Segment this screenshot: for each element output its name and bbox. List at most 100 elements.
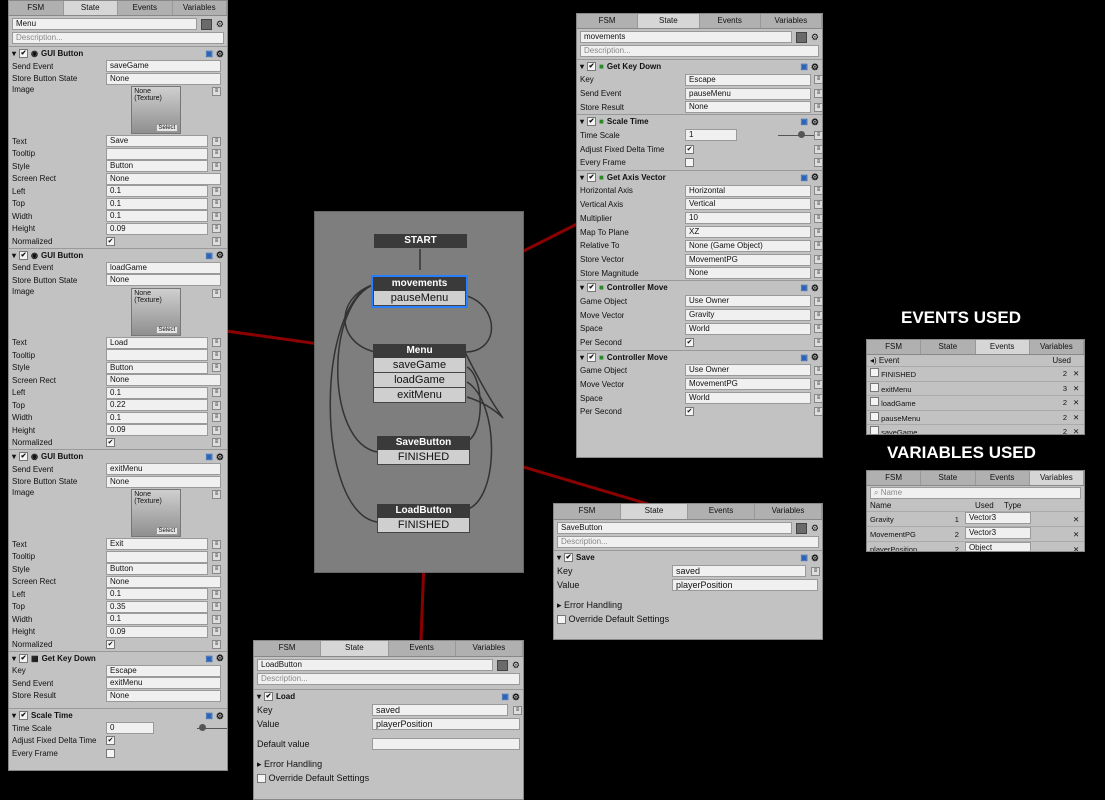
property-value[interactable]: XZ	[685, 226, 811, 239]
variable-toggle-icon[interactable]: ≡	[212, 602, 221, 612]
action-header-controllermove1[interactable]: ▾ ✔ ■ Controller Move ▣ ⚙	[577, 280, 822, 294]
variable-toggle-icon[interactable]: ≡	[814, 199, 822, 209]
top-field[interactable]: 0.35	[106, 600, 208, 613]
property-value[interactable]: MovementPG	[685, 378, 811, 391]
gear-icon[interactable]: ⚙	[811, 117, 819, 127]
tab-fsm[interactable]: FSM	[9, 1, 64, 15]
variable-toggle-icon[interactable]: ≡	[212, 400, 221, 410]
screenrect-dropdown[interactable]: None	[106, 374, 221, 387]
gear-icon[interactable]: ⚙	[512, 660, 520, 670]
height-field[interactable]: 0.09	[106, 424, 208, 437]
fsm-graph-canvas[interactable]: START movements pauseMenu Menu saveGame …	[314, 211, 524, 573]
event-row[interactable]: exitMenu 3 ✕	[867, 380, 1084, 396]
variable-toggle-icon[interactable]: ≡	[814, 89, 822, 99]
delete-icon[interactable]: ✕	[1070, 511, 1084, 527]
book-icon[interactable]: ▣	[205, 251, 213, 260]
enable-checkbox[interactable]: ✔	[564, 553, 574, 562]
time-scale-slider[interactable]	[196, 723, 227, 733]
book-icon[interactable]: ▣	[800, 353, 808, 362]
key-dropdown[interactable]: Escape	[106, 664, 221, 677]
texture-picker[interactable]: None (Texture) Select	[131, 287, 182, 336]
property-value[interactable]: World	[685, 322, 811, 335]
state-color-swatch[interactable]	[795, 522, 807, 534]
variable-toggle-icon[interactable]: ≡	[814, 75, 822, 85]
variable-toggle-icon[interactable]: ≡	[212, 136, 221, 146]
variable-toggle-icon[interactable]: ≡	[814, 186, 822, 196]
tab-events[interactable]: Events	[975, 340, 1030, 354]
variable-toggle-icon[interactable]: ≡	[814, 255, 822, 265]
start-node[interactable]: START	[374, 234, 467, 248]
text-field[interactable]: Load	[106, 336, 208, 349]
height-field[interactable]: 0.09	[106, 222, 208, 235]
action-header-get-key-down[interactable]: ▾ ✔ ▦ Get Key Down ▣ ⚙	[9, 650, 227, 665]
state-color-swatch[interactable]	[200, 18, 212, 30]
variable-toggle-icon[interactable]: ≡	[212, 87, 221, 96]
top-field[interactable]: 0.1	[106, 197, 208, 210]
action-header-getkeydown[interactable]: ▾ ✔ ■ Get Key Down ▣ ⚙	[577, 59, 822, 73]
variable-toggle-icon[interactable]: ≡	[814, 241, 822, 251]
variable-toggle-icon[interactable]: ≡	[212, 552, 221, 562]
tab-events[interactable]: Events	[118, 1, 173, 15]
property-value[interactable]: None	[685, 101, 811, 114]
tab-fsm[interactable]: FSM	[867, 340, 922, 354]
tab-state[interactable]: State	[621, 504, 688, 519]
variable-toggle-icon[interactable]: ≡	[212, 425, 221, 435]
property-checkbox[interactable]	[685, 158, 694, 168]
property-value[interactable]: pauseMenu	[685, 87, 811, 100]
state-name-field[interactable]: SaveButton	[557, 522, 792, 534]
style-field[interactable]: Button	[106, 361, 208, 374]
event-row[interactable]: loadGame 2 ✕	[867, 395, 1084, 410]
error-handling-row[interactable]: ▸ Error Handling	[254, 757, 523, 771]
enable-checkbox[interactable]: ✔	[19, 711, 29, 720]
delete-icon[interactable]: ✕	[1070, 409, 1084, 425]
enable-checkbox[interactable]: ✔	[19, 49, 29, 58]
variable-toggle-icon[interactable]: ≡	[212, 388, 221, 398]
style-field[interactable]: Button	[106, 563, 208, 576]
gear-icon[interactable]: ⚙	[811, 553, 819, 563]
delete-icon[interactable]: ✕	[1070, 395, 1084, 410]
property-checkbox[interactable]: ✔	[685, 338, 694, 348]
variable-toggle-icon[interactable]: ≡	[811, 566, 820, 576]
property-value[interactable]: Horizontal	[685, 184, 811, 197]
transition-event[interactable]: loadGame	[373, 373, 466, 388]
variable-toggle-icon[interactable]: ≡	[212, 149, 221, 159]
global-checkbox[interactable]	[870, 397, 879, 407]
tab-variables[interactable]: Variables	[456, 641, 523, 656]
texture-picker[interactable]: None (Texture) Select	[131, 489, 182, 537]
tab-variables[interactable]: Variables	[1029, 471, 1084, 485]
expand-arrow-icon[interactable]: ▸	[557, 600, 562, 611]
tooltip-field[interactable]	[106, 550, 208, 563]
transition-event[interactable]: FINISHED	[377, 518, 470, 533]
tab-state[interactable]: State	[63, 1, 118, 15]
action-header-save[interactable]: ▾ ✔ Save ▣ ⚙	[554, 550, 822, 564]
adjust-checkbox[interactable]: ✔	[106, 736, 115, 746]
description-field[interactable]: Description...	[557, 536, 819, 548]
gear-icon[interactable]: ⚙	[811, 352, 819, 362]
variable-toggle-icon[interactable]: ≡	[814, 324, 822, 334]
select-button[interactable]: Select	[155, 527, 179, 535]
normalized-checkbox[interactable]: ✔	[106, 438, 115, 448]
variable-type-dropdown[interactable]: Vector3	[964, 512, 1031, 524]
variable-toggle-icon[interactable]: ≡	[814, 130, 822, 140]
sendevent-dropdown[interactable]: saveGame	[106, 60, 221, 73]
global-checkbox[interactable]	[870, 426, 879, 434]
key-field[interactable]: saved	[372, 704, 508, 716]
delete-icon[interactable]: ✕	[1070, 424, 1084, 434]
expand-arrow-icon[interactable]: ▸	[257, 759, 262, 770]
event-row[interactable]: FINISHED 2 ✕	[867, 366, 1084, 381]
property-value[interactable]: None	[685, 267, 811, 280]
variable-toggle-icon[interactable]: ≡	[212, 211, 221, 221]
gear-icon[interactable]: ⚙	[216, 452, 224, 462]
left-field[interactable]: 0.1	[106, 588, 208, 601]
gear-icon[interactable]: ⚙	[216, 711, 224, 721]
variable-toggle-icon[interactable]: ≡	[814, 268, 822, 278]
enable-checkbox[interactable]: ✔	[19, 250, 29, 260]
storebuttonstate-dropdown[interactable]: None	[106, 475, 221, 488]
property-value[interactable]: None (Game Object)	[685, 239, 811, 252]
variable-toggle-icon[interactable]: ≡	[212, 564, 221, 574]
state-name-field[interactable]: Menu	[12, 18, 197, 30]
book-icon[interactable]: ▣	[800, 62, 808, 71]
tab-state[interactable]: State	[638, 14, 700, 28]
enable-checkbox[interactable]: ✔	[19, 452, 29, 461]
texture-picker[interactable]: None (Texture) Select	[131, 86, 182, 134]
